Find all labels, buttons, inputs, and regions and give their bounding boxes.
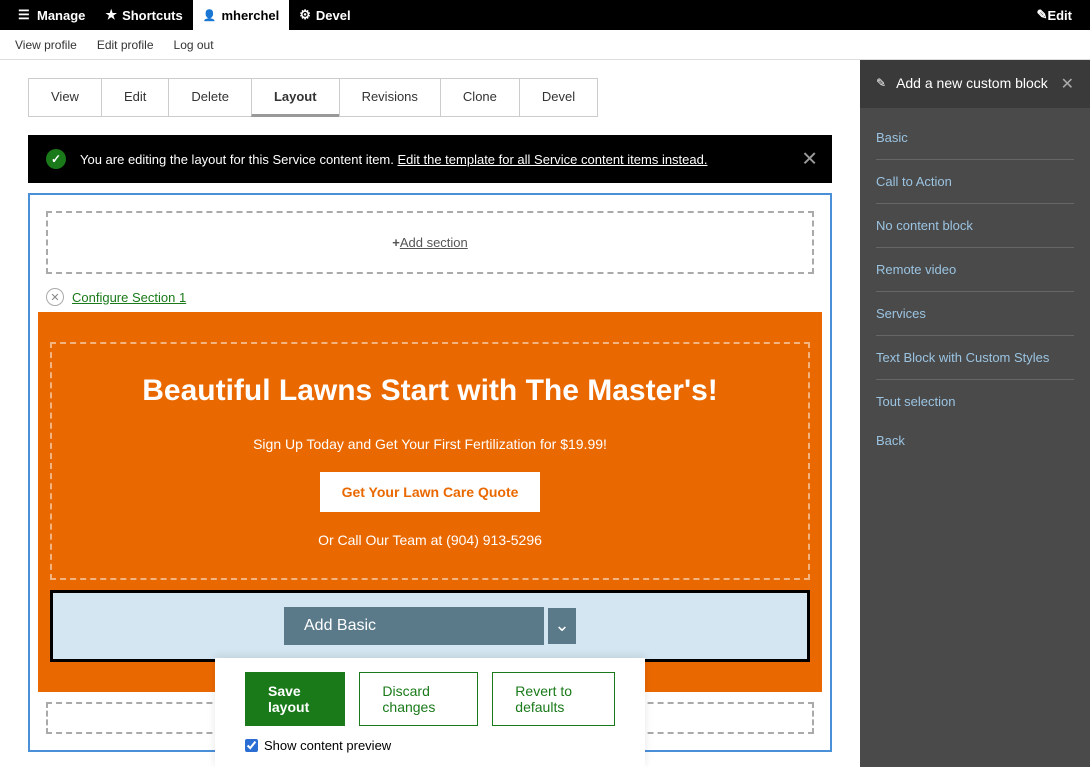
block-type-cta[interactable]: Call to Action bbox=[876, 160, 1074, 204]
block-type-services[interactable]: Services bbox=[876, 292, 1074, 336]
hamburger-icon bbox=[18, 7, 32, 23]
star-icon bbox=[105, 7, 117, 23]
offcanvas-panel: Add a new custom block ✕ Basic Call to A… bbox=[860, 60, 1090, 767]
status-link[interactable]: Edit the template for all Service conten… bbox=[397, 152, 707, 167]
section-header: ✕ Configure Section 1 bbox=[38, 282, 822, 312]
panel-header: Add a new custom block ✕ bbox=[860, 60, 1090, 108]
section-1: Beautiful Lawns Start with The Master's!… bbox=[38, 312, 822, 692]
preview-checkbox-wrapper[interactable]: Show content preview bbox=[245, 738, 615, 753]
add-section-top[interactable]: Add section bbox=[46, 211, 814, 274]
admin-toolbar-right: Edit bbox=[1027, 7, 1082, 23]
configure-section-link[interactable]: Configure Section 1 bbox=[72, 290, 186, 305]
preview-checkbox[interactable] bbox=[245, 739, 258, 752]
hero-call-text: Or Call Our Team at (904) 913-5296 bbox=[82, 532, 778, 548]
user-secondary-bar: View profile Edit profile Log out bbox=[0, 30, 1090, 60]
block-type-remote-video[interactable]: Remote video bbox=[876, 248, 1074, 292]
tab-view[interactable]: View bbox=[28, 78, 102, 117]
status-text: You are editing the layout for this Serv… bbox=[80, 152, 397, 167]
logout-link[interactable]: Log out bbox=[174, 38, 214, 52]
status-message: You are editing the layout for this Serv… bbox=[28, 135, 832, 183]
pencil-icon bbox=[876, 76, 886, 90]
edit-profile-link[interactable]: Edit profile bbox=[97, 38, 154, 52]
block-type-basic[interactable]: Basic bbox=[876, 116, 1074, 160]
hero-title: Beautiful Lawns Start with The Master's! bbox=[82, 374, 778, 408]
manage-menu[interactable]: Manage bbox=[8, 0, 95, 30]
edit-label: Edit bbox=[1047, 8, 1072, 23]
block-type-textblock[interactable]: Text Block with Custom Styles bbox=[876, 336, 1074, 380]
tab-clone[interactable]: Clone bbox=[440, 78, 520, 117]
status-text-wrapper: You are editing the layout for this Serv… bbox=[80, 152, 814, 167]
view-profile-link[interactable]: View profile bbox=[15, 38, 77, 52]
add-block-dropdown[interactable] bbox=[548, 608, 576, 644]
add-block-region: Add Basic bbox=[50, 590, 810, 662]
panel-back-link[interactable]: Back bbox=[876, 423, 1074, 458]
tab-revisions[interactable]: Revisions bbox=[339, 78, 441, 117]
content-area: View Edit Delete Layout Revisions Clone … bbox=[0, 60, 860, 767]
panel-body: Basic Call to Action No content block Re… bbox=[860, 108, 1090, 466]
section-1-region: Beautiful Lawns Start with The Master's!… bbox=[50, 342, 810, 580]
devel-menu[interactable]: Devel bbox=[289, 0, 360, 30]
discard-changes-button[interactable]: Discard changes bbox=[359, 672, 478, 726]
check-icon bbox=[46, 149, 66, 169]
tab-layout[interactable]: Layout bbox=[251, 78, 340, 117]
revert-defaults-button[interactable]: Revert to defaults bbox=[492, 672, 615, 726]
layout-action-bar: Save layout Discard changes Revert to de… bbox=[215, 658, 645, 767]
shortcuts-label: Shortcuts bbox=[122, 8, 183, 23]
primary-tabs: View Edit Delete Layout Revisions Clone … bbox=[28, 78, 832, 117]
admin-toolbar-left: Manage Shortcuts mherchel Devel bbox=[8, 0, 361, 30]
remove-section-button[interactable]: ✕ bbox=[46, 288, 64, 306]
chevron-down-icon bbox=[554, 619, 569, 634]
tab-edit[interactable]: Edit bbox=[101, 78, 169, 117]
person-icon bbox=[203, 9, 217, 22]
user-menu[interactable]: mherchel bbox=[193, 0, 290, 30]
gear-icon bbox=[299, 7, 311, 23]
tab-delete[interactable]: Delete bbox=[168, 78, 252, 117]
action-buttons: Save layout Discard changes Revert to de… bbox=[245, 672, 615, 726]
close-panel-button[interactable]: ✕ bbox=[1061, 74, 1074, 94]
panel-title: Add a new custom block bbox=[896, 74, 1051, 94]
save-layout-button[interactable]: Save layout bbox=[245, 672, 345, 726]
add-block-button[interactable]: Add Basic bbox=[284, 607, 544, 645]
shortcuts-menu[interactable]: Shortcuts bbox=[95, 0, 192, 30]
main-container: View Edit Delete Layout Revisions Clone … bbox=[0, 60, 1090, 767]
hero-cta-button[interactable]: Get Your Lawn Care Quote bbox=[320, 472, 541, 512]
block-type-nocontent[interactable]: No content block bbox=[876, 204, 1074, 248]
tab-devel[interactable]: Devel bbox=[519, 78, 598, 117]
preview-label: Show content preview bbox=[264, 738, 391, 753]
admin-toolbar: Manage Shortcuts mherchel Devel Edit bbox=[0, 0, 1090, 30]
block-type-tout[interactable]: Tout selection bbox=[876, 380, 1074, 423]
devel-label: Devel bbox=[316, 8, 351, 23]
close-status-button[interactable]: ✕ bbox=[801, 147, 818, 172]
pencil-icon bbox=[1037, 7, 1048, 23]
edit-toggle[interactable]: Edit bbox=[1027, 7, 1082, 23]
hero-subtitle: Sign Up Today and Get Your First Fertili… bbox=[82, 436, 778, 452]
user-label: mherchel bbox=[221, 8, 279, 23]
add-section-link[interactable]: Add section bbox=[392, 235, 468, 250]
manage-label: Manage bbox=[37, 8, 85, 23]
